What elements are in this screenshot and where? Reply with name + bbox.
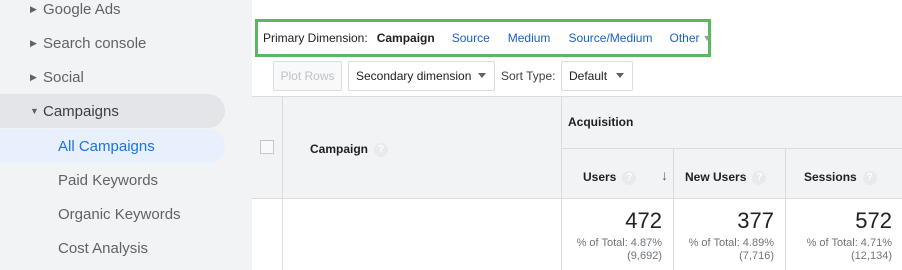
help-icon[interactable]: ?: [374, 142, 389, 157]
caret-down-icon: [616, 73, 624, 78]
sort-descending-icon[interactable]: ↓: [661, 167, 668, 183]
sessions-total-value: 572: [855, 208, 892, 233]
sidebar-item-label: Paid Keywords: [58, 171, 159, 189]
secondary-dimension-label: Secondary dimension: [356, 69, 472, 83]
dimension-link-other[interactable]: Other: [669, 31, 699, 45]
sidebar-item-label: Google Ads: [43, 0, 121, 18]
caret-right-icon: ▶: [30, 71, 37, 82]
users-total-percent: % of Total: 4.87%: [576, 237, 662, 249]
new-users-column-header[interactable]: New Users?: [674, 149, 786, 199]
caret-right-icon: ▶: [30, 37, 37, 48]
dimension-link-medium[interactable]: Medium: [508, 31, 551, 45]
new-users-site-total: (7,716): [739, 250, 774, 262]
campaign-column-header: Campaign?: [283, 97, 562, 199]
sort-type-dropdown[interactable]: Default: [561, 61, 633, 91]
sidebar-item-label: Search console: [43, 34, 147, 52]
users-header-label: Users: [583, 170, 617, 184]
help-icon[interactable]: ?: [862, 170, 877, 185]
primary-dimension-label: Primary Dimension:: [263, 31, 368, 45]
totals-row-campaign-cell: [283, 199, 562, 270]
acquisition-group-header: Acquisition: [562, 97, 902, 149]
sidebar-item-label: Social: [43, 68, 84, 86]
dimension-link-source-medium[interactable]: Source/Medium: [568, 31, 652, 45]
sort-type-value: Default: [569, 69, 608, 83]
sidebar-item-label: All Campaigns: [58, 137, 155, 155]
campaign-header-label: Campaign: [310, 142, 369, 156]
users-column-header[interactable]: Users? ↓: [562, 149, 674, 199]
caret-down-icon[interactable]: ▼: [703, 33, 712, 43]
caret-down-icon: ▼: [30, 106, 39, 116]
primary-dimension-current: Campaign: [376, 31, 435, 45]
acquisition-header-label: Acquisition: [568, 115, 634, 129]
new-users-total-value: 377: [737, 208, 774, 233]
select-all-checkbox[interactable]: [260, 140, 274, 154]
totals-row-spacer: [252, 199, 283, 270]
caret-down-icon: [478, 73, 486, 78]
sidebar-item-label: Campaigns: [43, 102, 119, 120]
sidebar-item-campaigns[interactable]: ▼ Campaigns: [0, 94, 225, 128]
caret-right-icon: ▶: [30, 3, 37, 14]
new-users-header-label: New Users: [685, 170, 747, 184]
plot-rows-button[interactable]: Plot Rows: [273, 61, 342, 91]
dimension-link-source[interactable]: Source: [452, 31, 490, 45]
users-total-cell: 472 % of Total: 4.87% (9,692): [562, 199, 674, 270]
new-users-total-cell: 377 % of Total: 4.89% (7,716): [674, 199, 786, 270]
sort-type-label: Sort Type:: [501, 69, 556, 83]
secondary-dimension-dropdown[interactable]: Secondary dimension: [348, 61, 495, 91]
select-all-column: [252, 97, 283, 199]
sidebar-item-label: Cost Analysis: [58, 239, 149, 257]
sessions-column-header[interactable]: Sessions?: [786, 149, 902, 199]
new-users-total-percent: % of Total: 4.89%: [688, 237, 774, 249]
primary-dimension-bar: Primary Dimension: Campaign Source Mediu…: [255, 19, 711, 57]
sessions-site-total: (12,134): [851, 250, 892, 262]
sidebar: ▶ Google Ads ▶ Search console ▶ Social ▼…: [0, 0, 252, 270]
sessions-header-label: Sessions: [804, 170, 857, 184]
report-table: Campaign? Acquisition Users? ↓ New Users…: [252, 96, 902, 270]
help-icon[interactable]: ?: [752, 170, 767, 185]
users-site-total: (9,692): [627, 250, 662, 262]
help-icon[interactable]: ?: [622, 170, 637, 185]
sidebar-item-label: Organic Keywords: [58, 205, 181, 223]
sessions-total-cell: 572 % of Total: 4.71% (12,134): [786, 199, 902, 270]
sessions-total-percent: % of Total: 4.71%: [806, 237, 892, 249]
users-total-value: 472: [625, 208, 662, 233]
sidebar-item-all-campaigns[interactable]: All Campaigns: [0, 129, 225, 163]
